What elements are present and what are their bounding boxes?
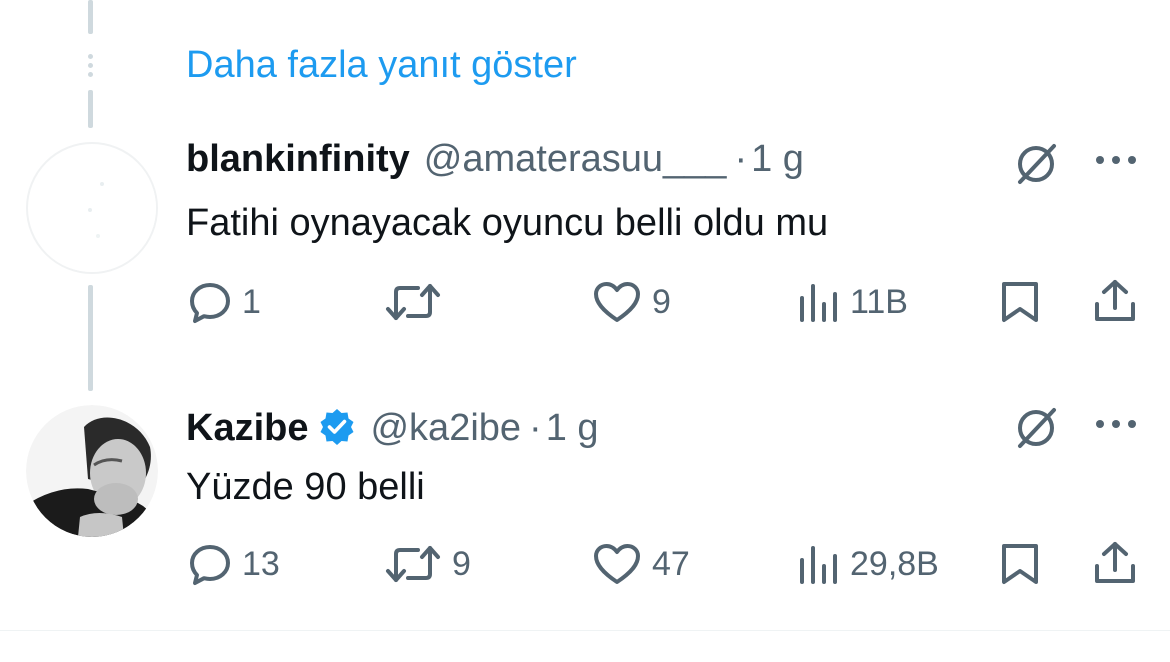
avatar-image (26, 405, 158, 537)
separator-dot: · (734, 138, 748, 180)
show-more-replies-link[interactable]: Daha fazla yanıt göster (186, 44, 577, 87)
views-icon (800, 546, 837, 584)
reply-icon (190, 283, 230, 323)
reply-count: 13 (242, 544, 280, 583)
like-count: 9 (652, 282, 671, 321)
like-icon (594, 282, 640, 322)
reply-count: 1 (242, 282, 261, 321)
thread-dot (88, 63, 93, 68)
thread-dot (88, 54, 93, 59)
retweet-button[interactable] (384, 280, 452, 324)
tweet-header: Kazibe @ka2ibe · 1 g (186, 402, 599, 450)
share-icon[interactable] (1092, 278, 1138, 324)
tweet-text: Yüzde 90 belli (186, 466, 425, 508)
views-count: 11B (850, 282, 908, 321)
more-icon[interactable] (1094, 153, 1138, 167)
bookmark-icon[interactable] (998, 542, 1042, 586)
bookmark-icon[interactable] (998, 280, 1042, 324)
avatar[interactable] (26, 142, 158, 274)
thread-line-top (88, 0, 93, 34)
separator-dot: · (529, 407, 542, 449)
retweet-icon (386, 546, 440, 582)
thread-line-lower (88, 285, 93, 391)
avatar[interactable] (26, 405, 158, 537)
display-name[interactable]: Kazibe (186, 407, 308, 450)
user-handle[interactable]: @ka2ibe (370, 407, 521, 450)
like-button[interactable]: 9 (592, 280, 671, 324)
retweet-button[interactable]: 9 (384, 542, 471, 586)
thread-dot (88, 72, 93, 77)
reply-button[interactable]: 13 (188, 542, 280, 586)
retweet-count: 9 (452, 544, 471, 583)
grok-icon[interactable] (1012, 140, 1060, 188)
verified-badge-icon[interactable] (318, 408, 356, 446)
tweet-header: blankinfinity @amaterasuu___ · 1 g (186, 138, 804, 181)
reply-icon (190, 545, 230, 585)
divider (0, 630, 1170, 631)
timestamp[interactable]: 1 g (751, 138, 804, 181)
views-button[interactable]: 11B (798, 280, 908, 324)
tweet-text: Fatihi oynayacak oyuncu belli oldu mu (186, 202, 829, 244)
views-icon (800, 284, 837, 322)
like-button[interactable]: 47 (592, 542, 690, 586)
retweet-icon (386, 284, 440, 320)
user-handle[interactable]: @amaterasuu___ (424, 138, 727, 181)
timestamp[interactable]: 1 g (546, 407, 599, 450)
views-count: 29,8B (850, 544, 939, 583)
grok-icon[interactable] (1012, 404, 1060, 452)
like-count: 47 (652, 544, 690, 583)
display-name[interactable]: blankinfinity (186, 138, 410, 181)
reply-button[interactable]: 1 (188, 280, 261, 324)
views-button[interactable]: 29,8B (798, 542, 939, 586)
more-icon[interactable] (1094, 417, 1138, 431)
share-icon[interactable] (1092, 540, 1138, 586)
avatar-image (30, 146, 156, 272)
like-icon (594, 544, 640, 584)
thread-line-mid (88, 90, 93, 128)
